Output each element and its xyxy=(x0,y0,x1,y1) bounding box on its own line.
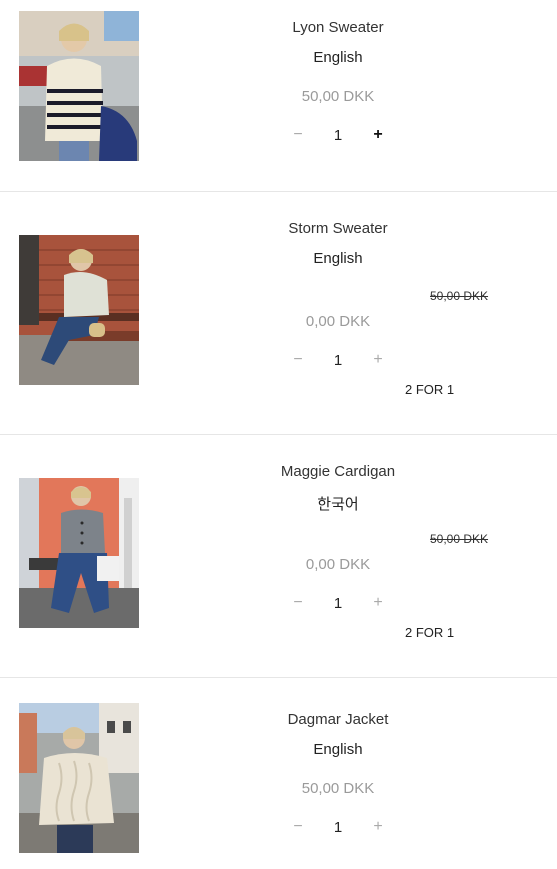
product-title[interactable]: Maggie Cardigan xyxy=(281,463,395,480)
cart-item-list: Lyon Sweater English 50,00 DKK − 1 + Sto… xyxy=(0,0,557,869)
original-price: 50,00 DKK xyxy=(430,532,489,546)
quantity-stepper: − 1 + xyxy=(288,817,388,837)
quantity-value: 1 xyxy=(333,594,343,612)
product-image[interactable] xyxy=(19,703,139,853)
decrease-quantity-button[interactable]: − xyxy=(288,817,308,837)
original-price: 50,00 DKK xyxy=(430,289,489,303)
quantity-stepper: − 1 + xyxy=(288,125,388,145)
promo-label: 2 FOR 1 xyxy=(405,625,455,640)
decrease-quantity-button[interactable]: − xyxy=(288,125,308,145)
product-title[interactable]: Dagmar Jacket xyxy=(288,711,389,728)
woman-striped-sweater-photo xyxy=(19,11,139,161)
increase-quantity-button[interactable]: + xyxy=(368,593,388,613)
product-image[interactable] xyxy=(19,11,139,161)
decrease-quantity-button[interactable]: − xyxy=(288,593,308,613)
cart-item: Dagmar Jacket English 50,00 DKK − 1 + xyxy=(0,678,557,869)
cart-item: Lyon Sweater English 50,00 DKK − 1 + xyxy=(0,0,557,191)
quantity-value: 1 xyxy=(333,818,343,836)
increase-quantity-button[interactable]: + xyxy=(368,817,388,837)
promo-label: 2 FOR 1 xyxy=(405,382,455,397)
quantity-stepper: − 1 + xyxy=(288,350,388,370)
quantity-value: 1 xyxy=(333,126,343,144)
decrease-quantity-button[interactable]: − xyxy=(288,350,308,370)
product-language: English xyxy=(313,49,363,66)
quantity-stepper: − 1 + xyxy=(288,593,388,613)
product-price: 50,00 DKK xyxy=(301,780,375,797)
cart-item: Maggie Cardigan 한국어 50,00 DKK 0,00 DKK −… xyxy=(0,435,557,677)
product-price: 0,00 DKK xyxy=(305,313,371,330)
product-title[interactable]: Lyon Sweater xyxy=(292,19,383,36)
woman-cable-knit-jacket-photo xyxy=(19,703,139,853)
product-language: 한국어 xyxy=(317,496,359,513)
woman-grey-cardigan-photo xyxy=(19,478,139,628)
cart-item: Storm Sweater English 50,00 DKK 0,00 DKK… xyxy=(0,192,557,434)
woman-on-bench-photo xyxy=(19,235,139,385)
increase-quantity-button[interactable]: + xyxy=(368,350,388,370)
product-language: English xyxy=(313,250,363,267)
product-price: 50,00 DKK xyxy=(301,88,375,105)
quantity-value: 1 xyxy=(333,351,343,369)
increase-quantity-button[interactable]: + xyxy=(368,125,388,145)
product-image[interactable] xyxy=(19,478,139,628)
product-language: English xyxy=(313,741,363,758)
product-image[interactable] xyxy=(19,235,139,385)
product-title[interactable]: Storm Sweater xyxy=(288,220,387,237)
product-price: 0,00 DKK xyxy=(305,556,371,573)
